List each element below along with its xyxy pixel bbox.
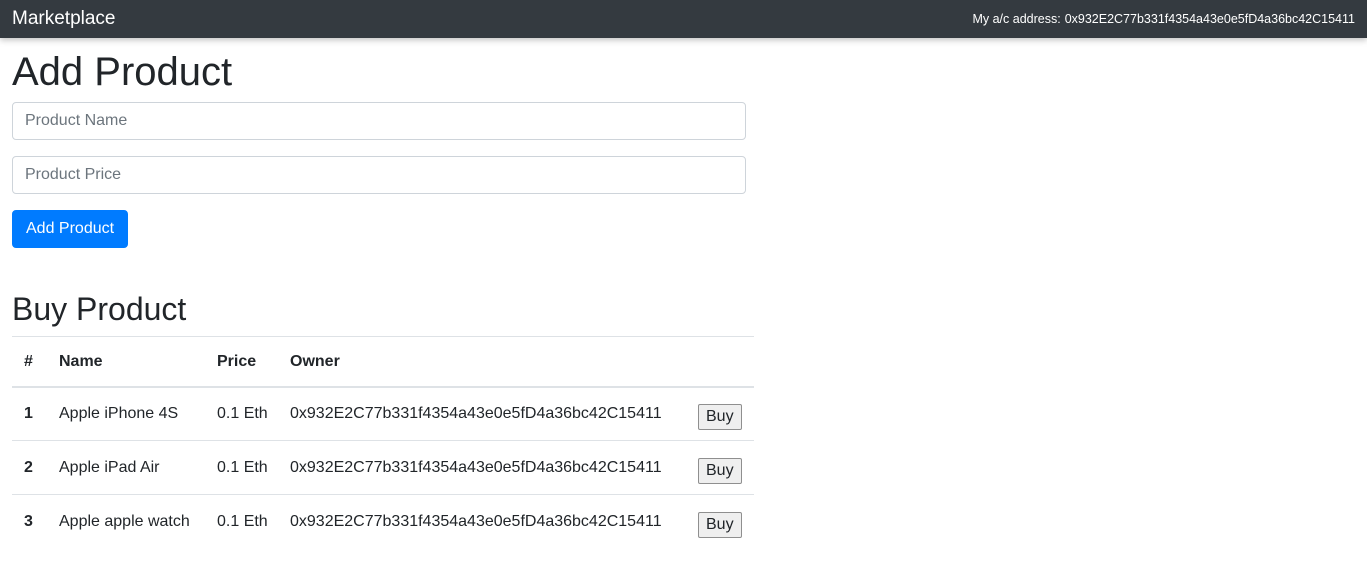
column-header-price: Price xyxy=(217,336,290,388)
product-name: Apple iPad Air xyxy=(59,440,217,495)
table-body: 1 Apple iPhone 4S 0.1 Eth 0x932E2C77b331… xyxy=(12,386,754,549)
row-number: 2 xyxy=(12,440,59,495)
top-navbar: Marketplace My a/c address: 0x932E2C77b3… xyxy=(0,0,1367,38)
product-table: # Name Price Owner 1 Apple iPhone 4S 0.1… xyxy=(12,336,754,549)
row-number: 1 xyxy=(12,386,59,441)
account-address: 0x932E2C77b331f4354a43e0e5fD4a36bc42C154… xyxy=(1064,12,1355,26)
product-name-group xyxy=(12,102,754,140)
product-owner: 0x932E2C77b331f4354a43e0e5fD4a36bc42C154… xyxy=(290,440,698,495)
action-cell: Buy xyxy=(698,440,754,495)
table-header-row: # Name Price Owner xyxy=(12,336,754,388)
product-price: 0.1 Eth xyxy=(217,386,290,441)
action-cell: Buy xyxy=(698,494,754,549)
product-price: 0.1 Eth xyxy=(217,494,290,549)
buy-button[interactable]: Buy xyxy=(698,404,742,431)
account-label: My a/c address: xyxy=(972,12,1061,26)
buy-button[interactable]: Buy xyxy=(698,457,742,484)
main-content: Add Product Add Product Buy Product # Na… xyxy=(12,38,754,549)
column-header-number: # xyxy=(12,336,59,388)
product-price: 0.1 Eth xyxy=(217,440,290,495)
add-product-button[interactable]: Add Product xyxy=(12,210,129,248)
product-owner: 0x932E2C77b331f4354a43e0e5fD4a36bc42C154… xyxy=(290,386,698,441)
column-header-action xyxy=(698,336,754,388)
add-product-form: Add Product xyxy=(12,102,754,248)
column-header-name: Name xyxy=(59,336,217,388)
add-product-heading: Add Product xyxy=(12,50,233,94)
product-price-input[interactable] xyxy=(12,156,746,194)
action-cell: Buy xyxy=(698,386,754,441)
product-owner: 0x932E2C77b331f4354a43e0e5fD4a36bc42C154… xyxy=(290,494,698,549)
column-header-owner: Owner xyxy=(290,336,698,388)
product-name: Apple iPhone 4S xyxy=(59,386,217,441)
buy-button[interactable]: Buy xyxy=(698,512,742,539)
table-row: 3 Apple apple watch 0.1 Eth 0x932E2C77b3… xyxy=(12,494,754,549)
table-row: 1 Apple iPhone 4S 0.1 Eth 0x932E2C77b331… xyxy=(12,386,754,441)
buy-product-heading: Buy Product xyxy=(12,291,187,327)
table-row: 2 Apple iPad Air 0.1 Eth 0x932E2C77b331f… xyxy=(12,440,754,495)
product-name: Apple apple watch xyxy=(59,494,217,549)
product-price-group xyxy=(12,156,754,194)
product-name-input[interactable] xyxy=(12,102,746,140)
brand-title[interactable]: Marketplace xyxy=(12,8,116,30)
table-header: # Name Price Owner xyxy=(12,336,754,388)
account-address-display: My a/c address: 0x932E2C77b331f4354a43e0… xyxy=(972,12,1355,26)
row-number: 3 xyxy=(12,494,59,549)
